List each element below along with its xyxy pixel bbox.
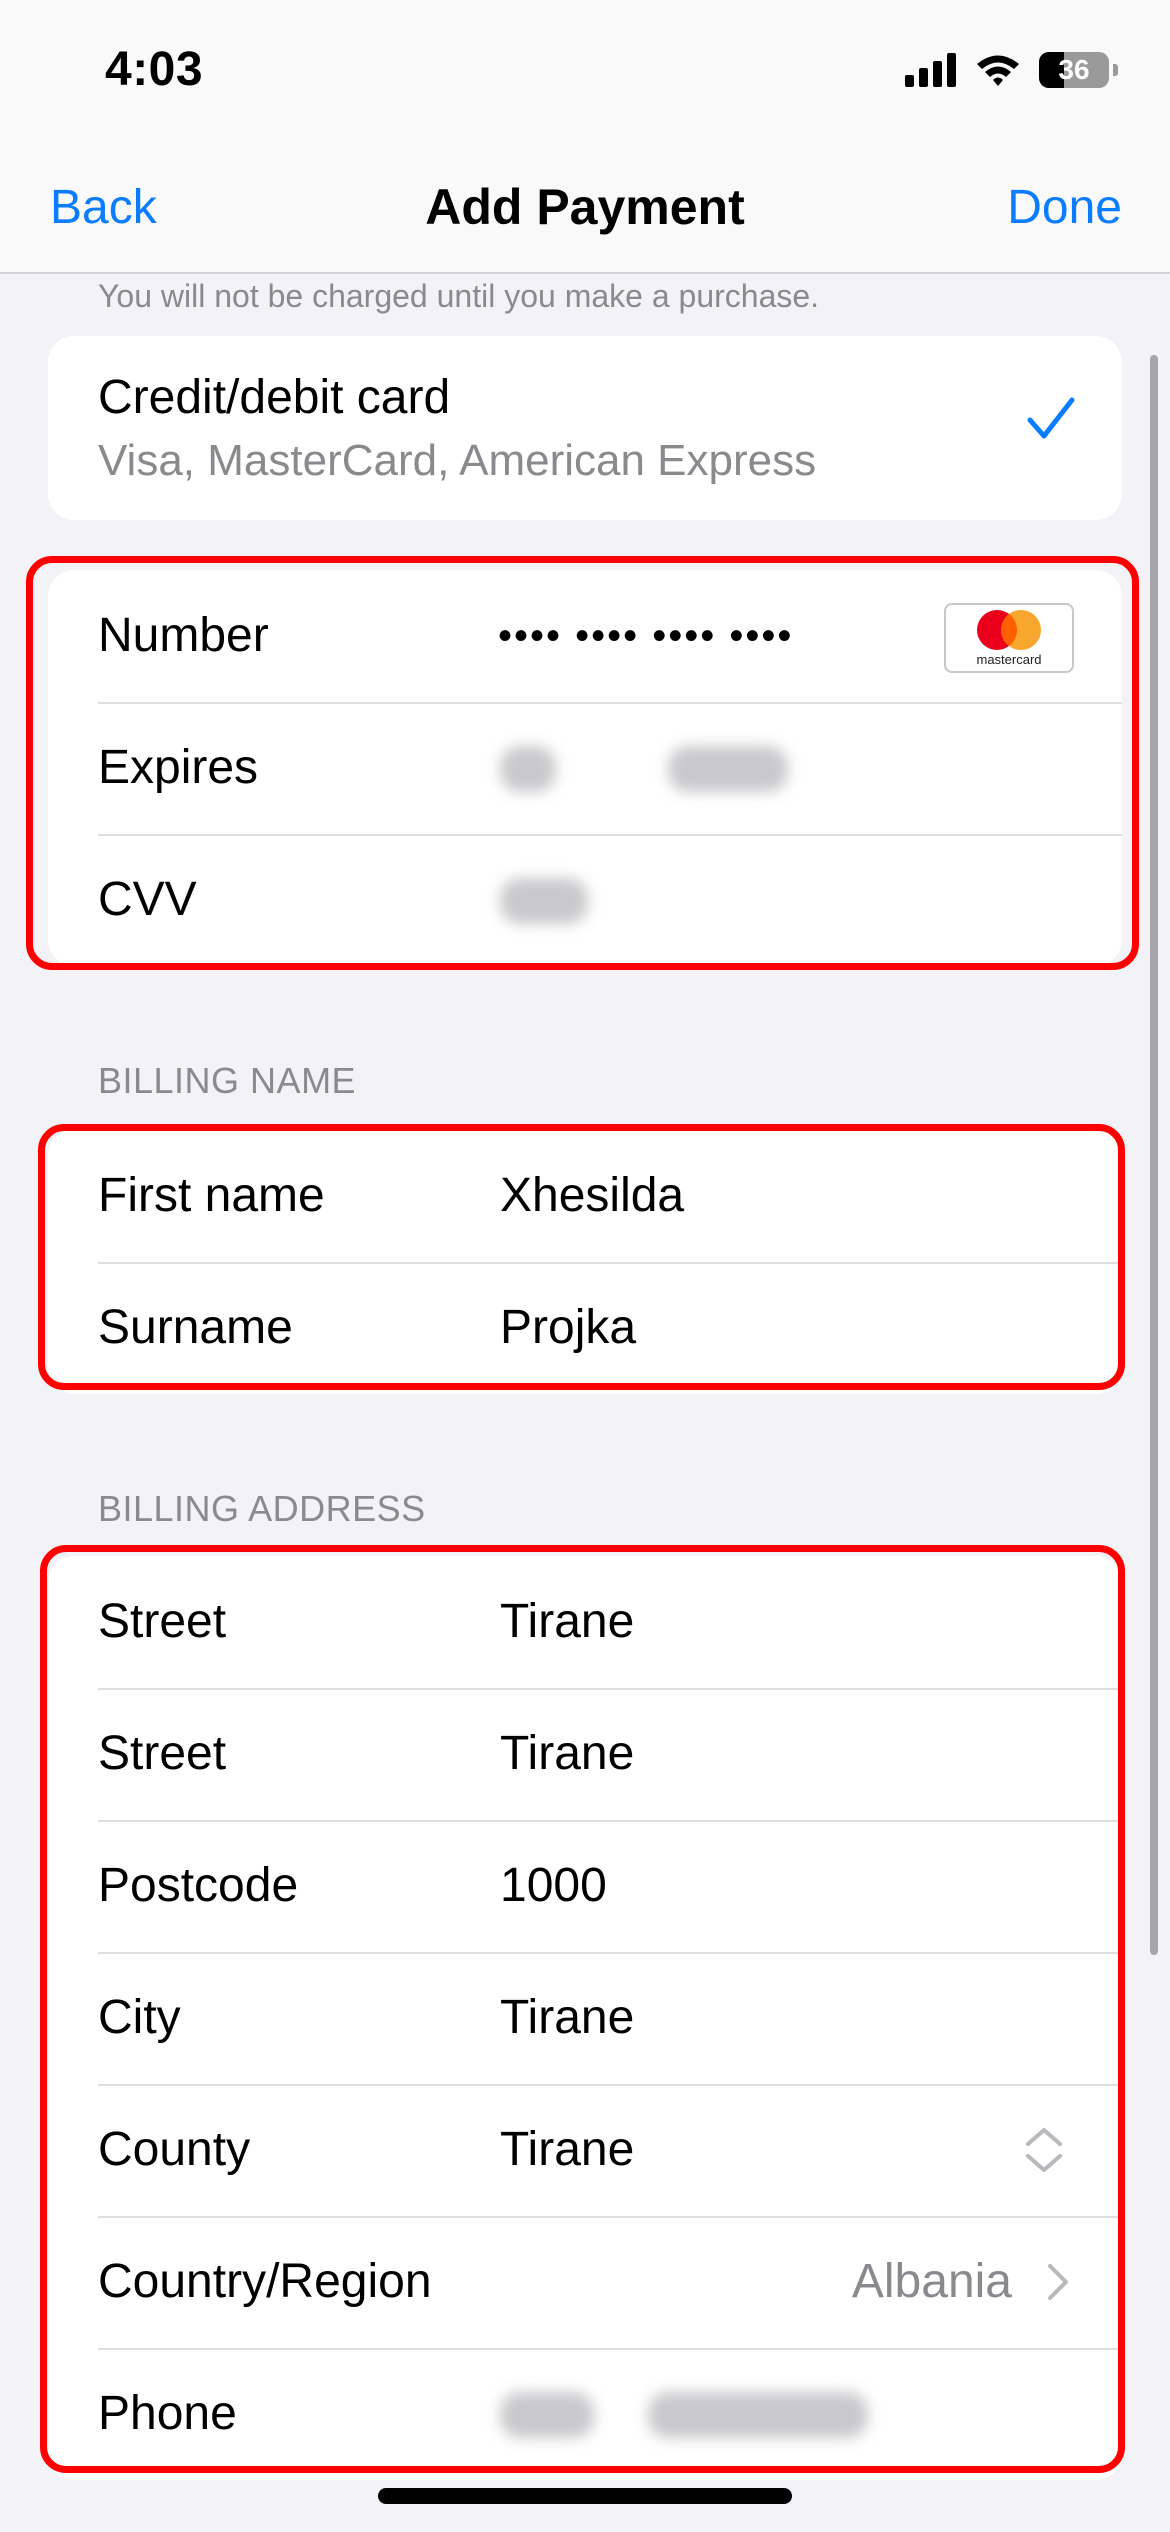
country-region-row[interactable]: Country/Region Albania (48, 2216, 1122, 2348)
surname-field[interactable]: Projka (500, 1262, 636, 1394)
card-details-group: Number •••• •••• •••• •••• mastercard Ex… (48, 570, 1122, 966)
card-number-value[interactable]: •••• •••• •••• •••• (498, 570, 793, 702)
postcode-row[interactable]: Postcode 1000 (48, 1820, 1122, 1952)
billing-name-header: BILLING NAME (98, 1060, 357, 1101)
postcode-field[interactable]: 1000 (500, 1820, 607, 1952)
payment-method-card[interactable]: Credit/debit card Visa, MasterCard, Amer… (48, 336, 1122, 520)
cvv-blurred[interactable] (500, 878, 588, 924)
chevron-up-down-icon[interactable] (1024, 2124, 1064, 2176)
street-2-row[interactable]: Street Tirane (48, 1688, 1122, 1820)
phone-row[interactable]: Phone (48, 2348, 1122, 2480)
surname-label: Surname (98, 1301, 293, 1354)
billing-address-header: BILLING ADDRESS (98, 1488, 426, 1529)
phone-area-code-blurred[interactable] (500, 2392, 594, 2438)
status-icons: 36 (905, 52, 1118, 88)
city-label: City (98, 1991, 181, 2044)
card-number-row[interactable]: Number •••• •••• •••• •••• mastercard (48, 570, 1122, 702)
country-region-label: Country/Region (98, 2255, 432, 2308)
city-row[interactable]: City Tirane (48, 1952, 1122, 2084)
phone-label: Phone (98, 2387, 237, 2440)
county-picker[interactable]: Tirane (500, 2084, 634, 2216)
payment-method-subtitle: Visa, MasterCard, American Express (98, 436, 817, 485)
street-2-label: Street (98, 1727, 227, 1780)
navigation-bar: Back Add Payment Done (0, 150, 1170, 274)
expires-year-blurred[interactable] (668, 746, 788, 792)
wifi-icon (977, 55, 1019, 86)
phone-number-blurred[interactable] (648, 2392, 868, 2438)
country-region-value: Albania (851, 2255, 1012, 2308)
battery-percentage: 36 (1058, 54, 1090, 85)
card-number-label: Number (98, 609, 269, 662)
mastercard-circles-icon (977, 610, 1041, 650)
payment-method-title: Credit/debit card (98, 371, 451, 424)
county-row[interactable]: County Tirane (48, 2084, 1122, 2216)
expires-row[interactable]: Expires (48, 702, 1122, 834)
page-title: Add Payment (425, 179, 745, 235)
payment-note: You will not be charged until you make a… (98, 278, 820, 314)
first-name-field[interactable]: Xhesilda (500, 1130, 684, 1262)
scrollbar[interactable] (1150, 355, 1158, 1955)
postcode-label: Postcode (98, 1859, 299, 1912)
billing-name-group: First name Xhesilda Surname Projka (48, 1130, 1122, 1394)
cvv-row[interactable]: CVV (48, 834, 1122, 966)
first-name-row[interactable]: First name Xhesilda (48, 1130, 1122, 1262)
expires-month-blurred[interactable] (500, 746, 556, 792)
first-name-label: First name (98, 1169, 325, 1222)
street-field[interactable]: Tirane (500, 1556, 634, 1688)
street-label: Street (98, 1595, 227, 1648)
checkmark-icon (1027, 397, 1075, 439)
street-2-field[interactable]: Tirane (500, 1688, 634, 1820)
mastercard-wordmark: mastercard (976, 652, 1042, 667)
surname-row[interactable]: Surname Projka (48, 1262, 1122, 1394)
county-label: County (98, 2123, 251, 2176)
city-field[interactable]: Tirane (500, 1952, 634, 2084)
status-time: 4:03 (105, 43, 204, 96)
battery-icon: 36 (1039, 52, 1109, 88)
billing-address-group: Street Tirane Street Tirane Postcode 100… (48, 1556, 1122, 2480)
cvv-label: CVV (98, 873, 197, 926)
chevron-right-icon (1048, 2264, 1068, 2300)
mastercard-icon: mastercard (944, 603, 1074, 673)
battery-cap (1113, 64, 1118, 76)
cellular-signal-icon (905, 53, 956, 87)
street-row[interactable]: Street Tirane (48, 1556, 1122, 1688)
home-indicator[interactable] (378, 2488, 792, 2504)
expires-label: Expires (98, 741, 259, 794)
status-bar: 4:03 36 (0, 0, 1170, 150)
done-button[interactable]: Done (1007, 180, 1122, 235)
